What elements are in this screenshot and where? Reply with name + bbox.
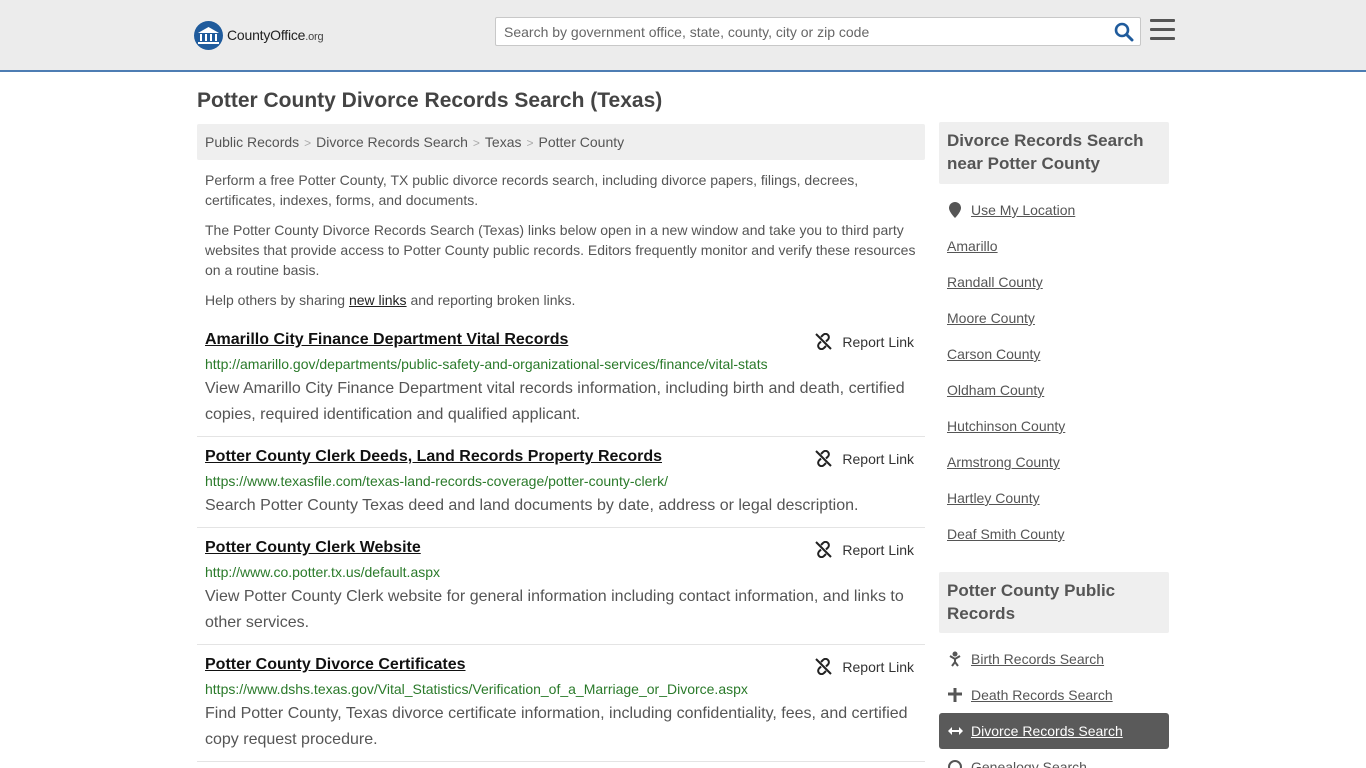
breadcrumb-separator: > (526, 136, 534, 150)
record-title-link[interactable]: Potter County Clerk Deeds, Land Records … (205, 448, 662, 466)
sidebar-genealogy-search[interactable]: Genealogy Search (947, 759, 1087, 768)
breadcrumb-public-records[interactable]: Public Records (205, 134, 299, 150)
breadcrumb-separator: > (304, 136, 312, 150)
record-description: View Potter County Clerk website for gen… (205, 588, 904, 631)
record-item: Potter County Divorce Certificates Repor… (197, 656, 925, 762)
baby-icon (947, 651, 963, 667)
report-link-button[interactable]: Report Link (815, 541, 914, 558)
breadcrumb-texas[interactable]: Texas (485, 134, 522, 150)
breadcrumb-potter-county[interactable]: Potter County (539, 134, 625, 150)
sidebar-nearby-deaf-smith-county[interactable]: Deaf Smith County (947, 526, 1065, 542)
use-my-location-link[interactable]: Use My Location (947, 202, 1075, 218)
sidebar-public-records-heading: Potter County Public Records (939, 572, 1169, 633)
map-pin-icon (947, 202, 963, 218)
sidebar-active-item: Divorce Records Search (939, 713, 1169, 749)
record-url: https://www.texasfile.com/texas-land-rec… (205, 473, 668, 489)
sidebar-nearby-armstrong-county[interactable]: Armstrong County (947, 454, 1060, 470)
record-item: Potter County Clerk Deeds, Land Records … (197, 448, 925, 528)
report-link-button[interactable]: Report Link (815, 333, 914, 350)
logo-text: CountyOffice.org (227, 27, 324, 43)
broken-link-icon (815, 541, 833, 558)
sidebar-nearby-moore-county[interactable]: Moore County (947, 310, 1035, 326)
record-title-link[interactable]: Potter County Divorce Certificates (205, 656, 466, 674)
intro-paragraph-2: The Potter County Divorce Records Search… (205, 222, 916, 278)
breadcrumb-divorce-records[interactable]: Divorce Records Search (316, 134, 468, 150)
site-logo[interactable]: CountyOffice.org (194, 20, 324, 50)
intro-paragraph-3: Help others by sharing new links and rep… (205, 292, 576, 308)
record-url: http://www.co.potter.tx.us/default.aspx (205, 564, 441, 580)
sidebar-nearby-hutchinson-county[interactable]: Hutchinson County (947, 418, 1065, 434)
arrows-split-icon (947, 723, 963, 739)
sidebar-nearby-randall-county[interactable]: Randall County (947, 274, 1043, 290)
record-item: Amarillo City Finance Department Vital R… (197, 331, 925, 437)
sidebar-death-records[interactable]: Death Records Search (947, 687, 1113, 703)
sidebar-nearby-heading: Divorce Records Search near Potter Count… (939, 122, 1169, 184)
cross-icon (947, 687, 963, 703)
breadcrumb-separator: > (472, 136, 480, 150)
record-url: http://amarillo.gov/departments/public-s… (205, 356, 768, 372)
site-header: CountyOffice.org (0, 0, 1366, 72)
report-link-button[interactable]: Report Link (815, 658, 914, 675)
record-title-link[interactable]: Amarillo City Finance Department Vital R… (205, 331, 568, 349)
new-links-link[interactable]: new links (349, 292, 407, 308)
broken-link-icon (815, 658, 833, 675)
broken-link-icon (815, 450, 833, 467)
sidebar-nearby-hartley-county[interactable]: Hartley County (947, 490, 1040, 506)
hamburger-menu-icon[interactable] (1150, 19, 1175, 42)
sidebar-nearby-carson-county[interactable]: Carson County (947, 346, 1040, 362)
record-description: Find Potter County, Texas divorce certif… (205, 705, 908, 748)
record-description: Search Potter County Texas deed and land… (205, 497, 859, 514)
breadcrumb: Public Records > Divorce Records Search > Te… (197, 124, 925, 160)
logo-seal-icon (194, 20, 223, 50)
search-input[interactable] (496, 18, 1096, 45)
genealogy-icon (947, 759, 963, 768)
broken-link-icon (815, 333, 833, 350)
sidebar-birth-records[interactable]: Birth Records Search (947, 651, 1104, 667)
sidebar-nearby-amarillo[interactable]: Amarillo (947, 238, 998, 254)
sidebar-divorce-records[interactable]: Divorce Records Search (947, 723, 1123, 739)
record-url: https://www.dshs.texas.gov/Vital_Statist… (205, 681, 748, 697)
record-title-link[interactable]: Potter County Clerk Website (205, 539, 421, 557)
page-title: Potter County Divorce Records Search (Te… (197, 89, 663, 112)
record-item: Potter County Clerk Website Report Link … (197, 539, 925, 645)
sidebar-nearby-oldham-county[interactable]: Oldham County (947, 382, 1044, 398)
search-icon[interactable] (1114, 22, 1134, 42)
record-description: View Amarillo City Finance Department vi… (205, 380, 905, 423)
report-link-button[interactable]: Report Link (815, 450, 914, 467)
search-box (495, 17, 1141, 46)
intro-paragraph-1: Perform a free Potter County, TX public … (205, 172, 859, 208)
